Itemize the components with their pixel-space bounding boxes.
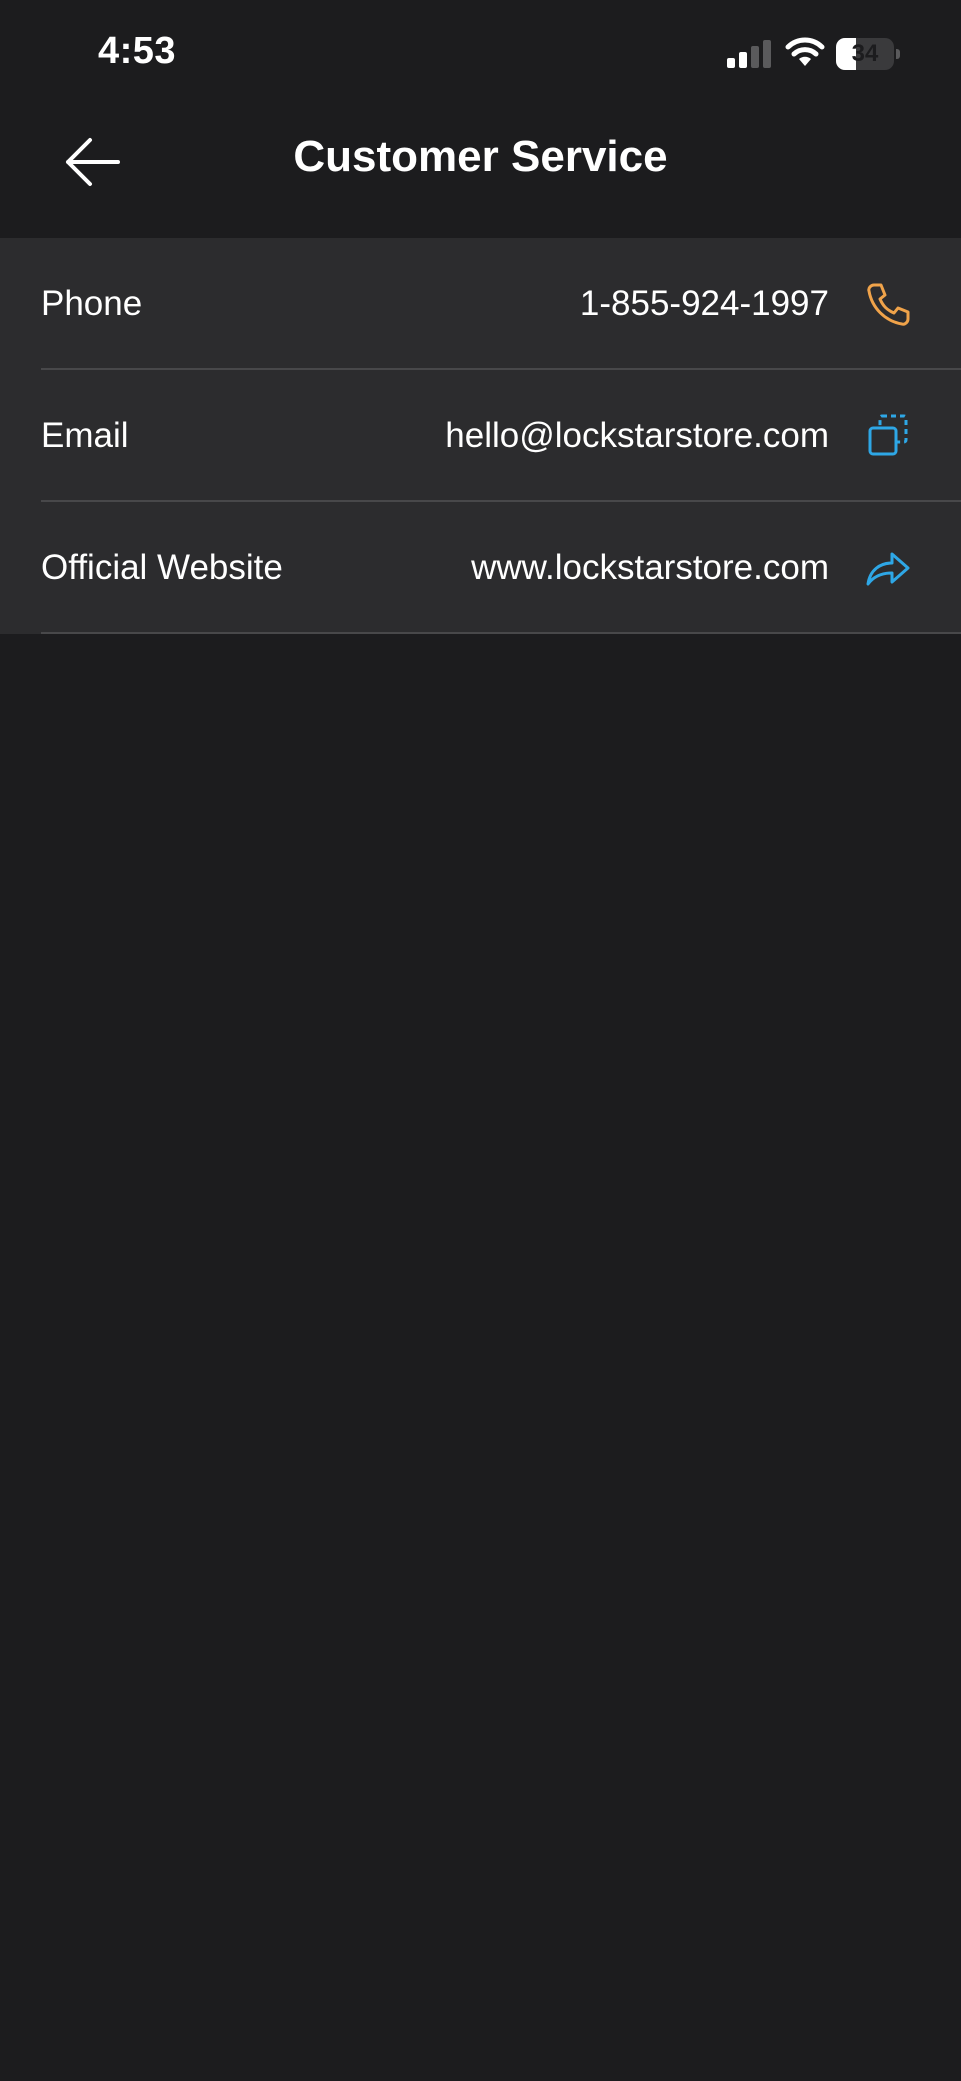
row-label: Phone [41,284,143,323]
row-label: Official Website [41,548,283,587]
nav-bar: Customer Service [0,100,961,238]
status-bar: 4:53 34 [0,0,961,100]
contact-row-phone[interactable]: Phone 1-855-924-1997 [0,238,961,370]
share-arrow-icon[interactable] [863,543,913,593]
contact-list: Phone 1-855-924-1997 Email hello@locksta… [0,238,961,634]
page-title: Customer Service [293,132,668,181]
phone-icon[interactable] [863,279,913,329]
wifi-icon [785,37,825,66]
row-label: Email [41,416,129,455]
status-time: 4:53 [98,30,177,72]
email-address: hello@lockstarstore.com [445,416,829,455]
website-url: www.lockstarstore.com [471,548,829,587]
divider [41,632,961,634]
contact-row-website[interactable]: Official Website www.lockstarstore.com [0,502,961,634]
contact-row-email[interactable]: Email hello@lockstarstore.com [0,370,961,502]
battery-level: 34 [851,40,879,67]
cellular-signal-icon [727,40,771,68]
battery-icon: 34 [836,38,902,70]
phone-number: 1-855-924-1997 [579,284,829,323]
copy-icon[interactable] [863,411,913,461]
